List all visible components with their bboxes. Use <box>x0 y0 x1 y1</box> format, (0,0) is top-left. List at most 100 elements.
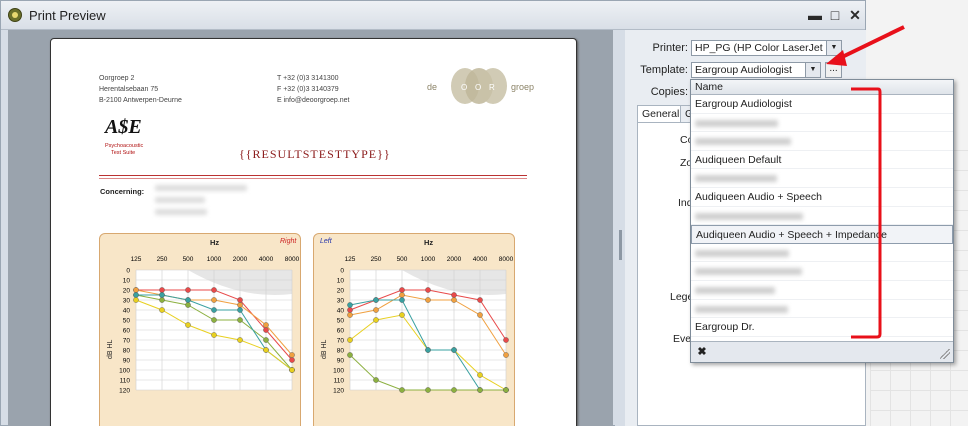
audiogram-left-ylabel: dB HL <box>321 339 328 359</box>
copies-label: Copies: <box>650 86 688 98</box>
title-bar[interactable]: Print Preview ▬ □ ✕ <box>1 1 865 30</box>
ase-logo: A$E Psychoacoustic Test Suite <box>103 116 143 156</box>
dropdown-item[interactable]: Eargroup Audiologist <box>691 95 953 114</box>
threshold-point <box>347 352 353 358</box>
dropdown-item[interactable] <box>691 244 953 263</box>
template-browse-button[interactable]: ... <box>825 62 842 78</box>
dropdown-item[interactable] <box>691 132 953 151</box>
db-tick-label: 10 <box>337 278 345 285</box>
chevron-down-icon[interactable]: ▼ <box>826 41 841 55</box>
threshold-point <box>185 287 191 293</box>
dropdown-item[interactable] <box>691 169 953 188</box>
threshold-point <box>477 297 483 303</box>
dropdown-item[interactable] <box>691 207 953 226</box>
threshold-point <box>451 387 457 393</box>
clear-icon[interactable]: ✖ <box>695 345 709 359</box>
dropdown-item[interactable] <box>691 114 953 133</box>
dropdown-item[interactable] <box>691 281 953 300</box>
threshold-point <box>211 307 217 313</box>
threshold-point <box>211 317 217 323</box>
db-tick-label: 120 <box>333 388 344 395</box>
redacted-patient-name <box>155 185 247 191</box>
logo-letter-2: O <box>475 83 481 92</box>
tab-general[interactable]: General <box>637 105 685 122</box>
dropdown-item[interactable]: Audiqueen Audio + Speech + Impedance <box>691 225 953 244</box>
audiogram-right-ylabel: dB HL <box>107 339 114 359</box>
threshold-point <box>133 287 139 293</box>
redacted-item-label <box>695 175 777 183</box>
db-tick-label: 40 <box>337 308 345 315</box>
freq-tick-label: 1000 <box>421 256 436 263</box>
chevron-down-icon[interactable]: ▼ <box>805 63 820 77</box>
splitter-grip[interactable] <box>619 230 622 260</box>
audiogram-left-chart: Hz Left dB HL 125 250 500 1000 2000 4000 8000 0… <box>320 238 514 395</box>
threshold-point <box>211 297 217 303</box>
threshold-point <box>289 357 295 363</box>
close-button[interactable]: ✕ <box>847 7 863 23</box>
redacted-item-label <box>695 249 789 257</box>
logo-letter-3: R <box>489 83 495 92</box>
redacted-item-label <box>695 138 791 146</box>
freq-tick-label: 4000 <box>473 256 488 263</box>
threshold-point <box>263 322 269 328</box>
dropdown-header-name[interactable]: Name <box>691 80 953 95</box>
threshold-point <box>263 327 269 333</box>
dropdown-item[interactable]: Audiqueen Default <box>691 151 953 170</box>
threshold-point <box>237 307 243 313</box>
audiogram-left-hz: Hz <box>424 238 433 247</box>
template-dropdown-list[interactable]: Name Eargroup Audiologist Audiqueen Defau… <box>690 79 954 363</box>
threshold-point <box>399 287 405 293</box>
template-combo[interactable]: Eargroup Audiologist ▼ <box>691 62 821 78</box>
db-tick-label: 80 <box>123 348 131 355</box>
db-tick-label: 50 <box>337 318 345 325</box>
dropdown-item[interactable]: Audiqueen Audio + Speech <box>691 188 953 207</box>
dropdown-item-label: Audiqueen Default <box>695 153 782 166</box>
report-title: {{RESULTSTESTTYPE}} <box>239 147 391 161</box>
freq-tick-label: 8000 <box>285 256 300 263</box>
minimize-button[interactable]: ▬ <box>807 7 823 23</box>
threshold-point <box>425 287 431 293</box>
redacted-item-label <box>695 268 802 276</box>
audiogram-right: Hz Right dB HL 125 250 500 1000 2000 4000 8000… <box>99 233 301 426</box>
ase-subtitle-1: Psychoacoustic <box>105 143 143 149</box>
threshold-point <box>159 292 165 298</box>
maximize-button[interactable]: □ <box>827 7 843 23</box>
db-tick-label: 30 <box>337 298 345 305</box>
threshold-point <box>347 337 353 343</box>
dropdown-footer: ✖ <box>691 341 953 362</box>
threshold-point <box>237 297 243 303</box>
redacted-item-label <box>695 305 788 313</box>
app-icon <box>8 8 22 22</box>
printer-combo[interactable]: HP_PG (HP Color LaserJet M... ▼ <box>691 40 842 56</box>
threshold-point <box>133 292 139 298</box>
splitter[interactable] <box>615 30 625 426</box>
dropdown-item[interactable] <box>691 300 953 319</box>
threshold-point <box>477 312 483 318</box>
threshold-point <box>159 297 165 303</box>
company-address: Oorgroep 2 Herentalsebaan 75 B-2100 Antw… <box>99 75 182 104</box>
db-tick-label: 0 <box>340 268 344 275</box>
db-tick-label: 70 <box>123 338 131 345</box>
redacted-item-label <box>695 212 803 220</box>
db-tick-label: 60 <box>123 328 131 335</box>
threshold-point <box>503 387 509 393</box>
threshold-point <box>289 367 295 373</box>
threshold-point <box>133 297 139 303</box>
threshold-point <box>451 292 457 298</box>
threshold-point <box>503 352 509 358</box>
db-tick-label: 110 <box>334 378 345 385</box>
redacted-item-label <box>695 119 778 127</box>
template-label: Template: <box>640 64 688 76</box>
threshold-point <box>289 352 295 358</box>
dropdown-item[interactable] <box>691 262 953 281</box>
threshold-point <box>399 297 405 303</box>
threshold-point <box>185 322 191 328</box>
concerning-label: Concerning: <box>100 187 145 196</box>
threshold-point <box>399 312 405 318</box>
threshold-point <box>263 337 269 343</box>
audiogram-left: Hz Left dB HL 125 250 500 1000 2000 4000 8000 0… <box>313 233 515 426</box>
deoorgroep-logo: de O O R groep <box>427 68 534 104</box>
resize-grip-icon[interactable] <box>940 349 950 359</box>
dropdown-item[interactable]: Eargroup Dr. <box>691 318 953 337</box>
freq-tick-label: 4000 <box>259 256 274 263</box>
